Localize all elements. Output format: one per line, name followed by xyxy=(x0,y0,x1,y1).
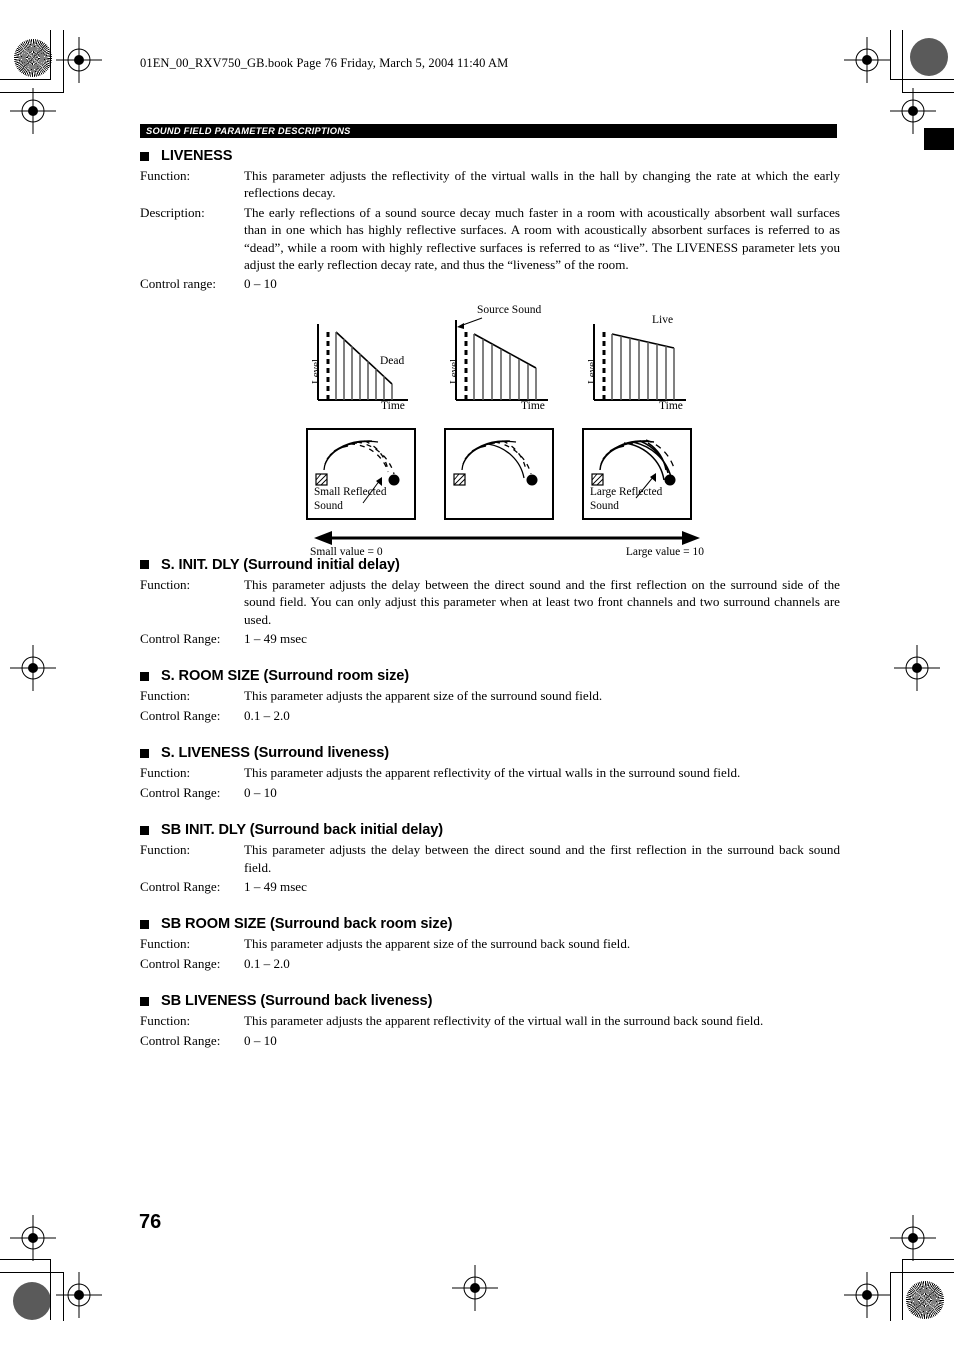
control-range-value: 0 – 10 xyxy=(244,784,277,800)
graph-annotation-dead: Dead xyxy=(380,355,405,367)
scale-label-large: Large value = 10 xyxy=(625,546,704,558)
control-range-row: Control Range: 0.1 – 2.0 xyxy=(140,955,840,972)
function-row: Function: This parameter adjusts the app… xyxy=(140,1012,840,1029)
value-scale-row: Small value = 0 Large value = 10 xyxy=(304,530,704,562)
sound-field-panel-medium xyxy=(444,428,554,520)
bullet-square-icon xyxy=(140,996,149,1006)
bullet-square-icon xyxy=(140,151,149,161)
graph-annotation-source-sound: Source Sound xyxy=(477,304,542,316)
decay-graph-live: Level Time Live xyxy=(574,312,704,422)
graph-y-axis-label: Level xyxy=(448,358,460,384)
function-label: Function: xyxy=(140,688,191,704)
control-range-row: Control Range: 0 – 10 xyxy=(140,1032,840,1049)
control-range-label: Control Range: xyxy=(140,1032,221,1048)
control-range-value: 1 – 49 msec xyxy=(244,878,307,894)
bullet-square-icon xyxy=(140,748,149,758)
bullet-square-icon xyxy=(140,560,149,570)
description-label: Description: xyxy=(140,204,205,220)
function-row: Function: This parameter adjusts the app… xyxy=(140,687,840,704)
control-range-row: Control Range: 0.1 – 2.0 xyxy=(140,707,840,724)
heading-text: LIVENESS xyxy=(161,148,233,164)
sound-field-panel-small: Small Reflected Sound xyxy=(306,428,416,520)
function-row: Function: This parameter adjusts the app… xyxy=(140,935,840,952)
document-page: 01EN_00_RXV750_GB.book Page 76 Friday, M… xyxy=(0,0,954,1351)
control-range-value: 0.1 – 2.0 xyxy=(244,955,290,971)
panel-caption-line2: Sound xyxy=(590,500,619,512)
control-range-label: Control Range: xyxy=(140,955,221,971)
section-banner: SOUND FIELD PARAMETER DESCRIPTIONS xyxy=(140,124,837,138)
book-file-header: 01EN_00_RXV750_GB.book Page 76 Friday, M… xyxy=(140,56,509,70)
control-range-row: Control Range: 1 – 49 msec xyxy=(140,878,840,895)
graph-y-axis-label: Level xyxy=(310,358,322,384)
control-range-row: Control range: 0 – 10 xyxy=(140,275,840,292)
control-range-value: 0 – 10 xyxy=(244,276,277,292)
heading-text: S. LIVENESS (Surround liveness) xyxy=(161,745,390,762)
function-text: This parameter adjusts the apparent refl… xyxy=(244,765,741,781)
heading-text: S. ROOM SIZE (Surround room size) xyxy=(161,668,410,685)
section-heading-s-room-size: S. ROOM SIZE (Surround room size) xyxy=(140,668,840,684)
bullet-square-icon xyxy=(140,825,149,835)
decay-graph-source-sound: Level Time Source Sound xyxy=(436,304,566,422)
graph-x-axis-label: Time xyxy=(659,400,683,412)
page-content: LIVENESS Function: This parameter adjust… xyxy=(140,148,840,1051)
section-heading-sb-init-dly: SB INIT. DLY (Surround back initial dela… xyxy=(140,822,840,838)
description-row: Description: The early reflections of a … xyxy=(140,204,840,274)
control-range-label: Control Range: xyxy=(140,707,221,723)
double-arrow-icon xyxy=(314,531,700,545)
function-label: Function: xyxy=(140,842,191,858)
function-text: This parameter adjusts the apparent size… xyxy=(244,688,603,704)
section-heading-liveness: LIVENESS xyxy=(140,148,840,164)
control-range-label: Control Range: xyxy=(140,784,221,800)
graph-x-axis-label: Time xyxy=(521,400,545,412)
control-range-label: Control Range: xyxy=(140,878,221,894)
heading-text: SB ROOM SIZE (Surround back room size) xyxy=(161,916,453,933)
panel-caption-line1: Small Reflected xyxy=(314,486,387,498)
heading-text: SB INIT. DLY (Surround back initial dela… xyxy=(161,822,444,839)
function-row: Function: This parameter adjusts the ref… xyxy=(140,167,840,202)
heading-text: SB LIVENESS (Surround back liveness) xyxy=(161,993,433,1010)
function-text: This parameter adjusts the delay between… xyxy=(244,842,840,875)
function-label: Function: xyxy=(140,1013,191,1029)
function-label: Function: xyxy=(140,576,191,592)
function-text: This parameter adjusts the reflectivity … xyxy=(244,168,840,201)
sound-field-panels: Small Reflected Sound Large Reflected So… xyxy=(306,428,696,524)
control-range-row: Control Range: 0 – 10 xyxy=(140,784,840,801)
graph-annotation-live: Live xyxy=(652,314,674,326)
decay-graph-dead: Level Time Dead xyxy=(298,312,428,422)
bullet-square-icon xyxy=(140,919,149,929)
description-text: The early reflections of a sound source … xyxy=(244,204,840,273)
section-heading-s-liveness: S. LIVENESS (Surround liveness) xyxy=(140,745,840,761)
function-label: Function: xyxy=(140,936,191,952)
panel-caption-line1: Large Reflected xyxy=(590,486,663,498)
panel-caption-line2: Sound xyxy=(314,500,343,512)
function-text: This parameter adjusts the apparent refl… xyxy=(244,1013,764,1029)
control-range-label: Control Range: xyxy=(140,631,221,647)
section-heading-sb-liveness: SB LIVENESS (Surround back liveness) xyxy=(140,993,840,1009)
graph-x-axis-label: Time xyxy=(381,400,405,412)
control-range-label: Control range: xyxy=(140,276,216,292)
control-range-row: Control Range: 1 – 49 msec xyxy=(140,630,840,647)
function-row: Function: This parameter adjusts the del… xyxy=(140,841,840,876)
control-range-value: 1 – 49 msec xyxy=(244,631,307,647)
page-number: 76 xyxy=(139,1211,162,1233)
control-range-value: 0.1 – 2.0 xyxy=(244,707,290,723)
function-text: This parameter adjusts the delay between… xyxy=(244,576,840,627)
function-text: This parameter adjusts the apparent size… xyxy=(244,936,631,952)
function-row: Function: This parameter adjusts the del… xyxy=(140,576,840,628)
bullet-square-icon xyxy=(140,671,149,681)
function-label: Function: xyxy=(140,168,191,183)
scale-label-small: Small value = 0 xyxy=(310,546,383,558)
liveness-figure: Level Time Dead Level Time Source Sound … xyxy=(296,304,706,564)
control-range-value: 0 – 10 xyxy=(244,1032,277,1048)
section-heading-sb-room-size: SB ROOM SIZE (Surround back room size) xyxy=(140,916,840,932)
function-row: Function: This parameter adjusts the app… xyxy=(140,764,840,781)
graph-y-axis-label: Level xyxy=(586,358,598,384)
function-label: Function: xyxy=(140,765,191,781)
sound-field-panel-large: Large Reflected Sound xyxy=(582,428,692,520)
